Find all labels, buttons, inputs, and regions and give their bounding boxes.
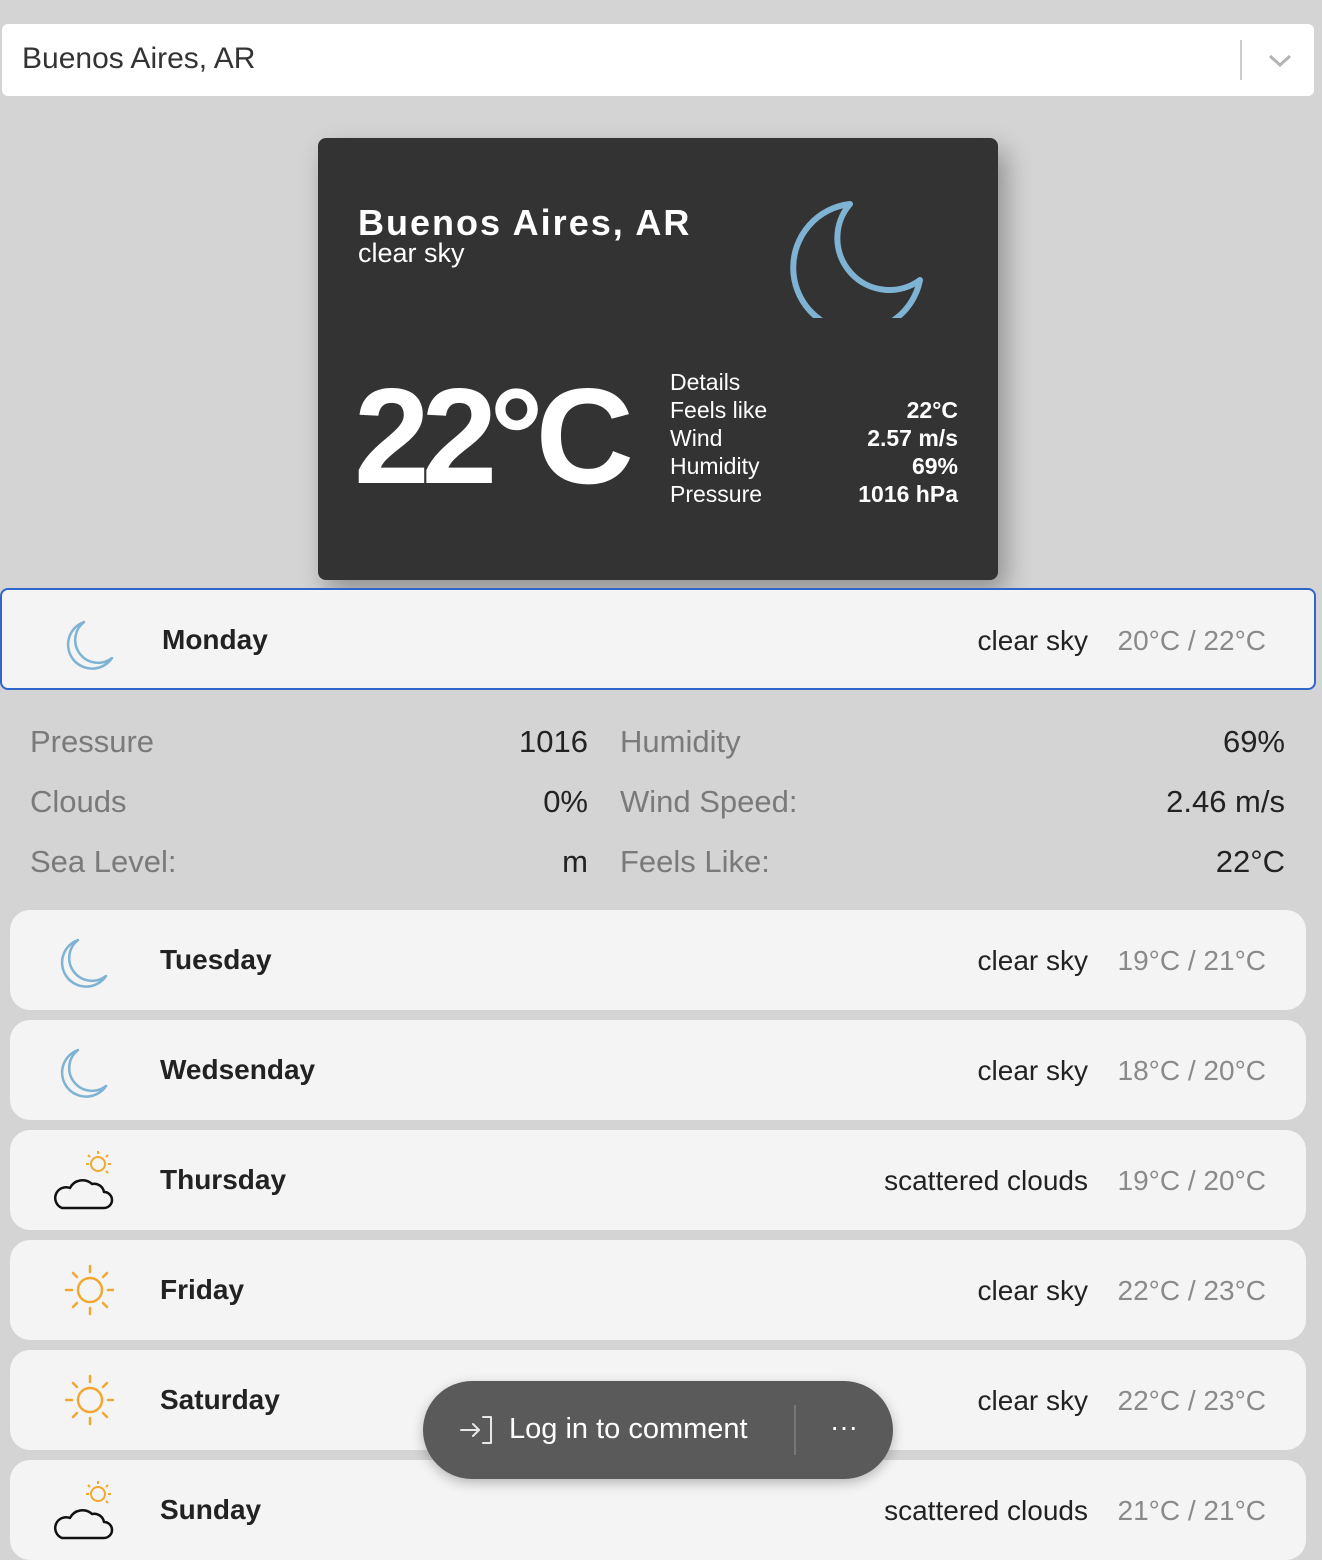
forecast-temp-range: 18°C / 20°C xyxy=(1117,1055,1266,1086)
current-temperature: 22°C xyxy=(354,360,634,512)
detail-label: Pressure xyxy=(670,481,763,507)
details-title: Details xyxy=(670,369,741,395)
wind-speed-label: Wind Speed: xyxy=(620,784,798,819)
detail-label: Feels like xyxy=(670,397,768,423)
sea-level-label: Sea Level: xyxy=(30,844,177,879)
forecast-day: Saturday xyxy=(160,1384,280,1415)
forecast-day: Sunday xyxy=(160,1494,262,1525)
detail-value: 22°C xyxy=(906,397,958,423)
cloud-sun-icon xyxy=(53,1481,114,1540)
forecast-temp-range: 21°C / 21°C xyxy=(1117,1495,1266,1526)
comment-bar-divider xyxy=(794,1405,796,1455)
forecast-condition: clear sky xyxy=(977,625,1088,656)
detail-label: Humidity xyxy=(670,453,760,479)
forecast-condition: scattered clouds xyxy=(884,1495,1088,1526)
details-panel: Details Feels like 22°C Wind 2.57 m/s Hu… xyxy=(670,368,958,508)
pressure-value: 1016 xyxy=(519,724,588,759)
forecast-row-friday[interactable]: Friday clear sky 22°C / 23°C xyxy=(10,1240,1306,1340)
moon-icon xyxy=(66,620,114,670)
expanded-day-details: Pressure 1016 Humidity 69% Clouds 0% Win… xyxy=(0,710,1322,890)
moon-icon xyxy=(60,1048,108,1098)
select-divider xyxy=(1240,40,1242,80)
forecast-day: Wedsenday xyxy=(160,1054,316,1085)
forecast-temp-range: 22°C / 23°C xyxy=(1117,1275,1266,1306)
detail-row: Wind 2.57 m/s xyxy=(670,424,958,452)
moon-icon xyxy=(790,201,923,318)
detail-value: 2.57 m/s xyxy=(867,425,958,451)
forecast-day: Thursday xyxy=(160,1164,287,1195)
login-icon[interactable] xyxy=(459,1414,493,1446)
moon-icon xyxy=(60,938,108,988)
clouds-label: Clouds xyxy=(30,784,127,819)
pressure-label: Pressure xyxy=(30,724,155,759)
detail-value: 1016 hPa xyxy=(858,481,958,507)
detail-row: Feels like 22°C xyxy=(670,396,958,424)
location-select-value: Buenos Aires, AR xyxy=(22,42,256,75)
forecast-row-monday[interactable]: Monday clear sky 20°C / 22°C xyxy=(0,588,1316,690)
forecast-temp-range: 20°C / 22°C xyxy=(1117,625,1266,656)
forecast-condition: clear sky xyxy=(977,945,1088,976)
forecast-temp-range: 19°C / 20°C xyxy=(1117,1165,1266,1196)
more-options-button[interactable]: ··· xyxy=(827,1409,861,1449)
forecast-condition: clear sky xyxy=(977,1275,1088,1306)
sun-icon xyxy=(64,1374,114,1426)
sea-level-value: m xyxy=(562,844,588,879)
forecast-condition: scattered clouds xyxy=(884,1165,1088,1196)
forecast-row-thursday[interactable]: Thursday scattered clouds 19°C / 20°C xyxy=(10,1130,1306,1230)
comment-bar: Log in to comment ··· xyxy=(423,1381,893,1479)
wind-speed-value: 2.46 m/s xyxy=(1166,784,1285,819)
sun-icon xyxy=(64,1264,114,1316)
feels-like-value: 22°C xyxy=(1215,844,1285,879)
forecast-row-tuesday[interactable]: Tuesday clear sky 19°C / 21°C xyxy=(10,910,1306,1010)
cloud-sun-icon xyxy=(53,1151,114,1210)
forecast-condition: clear sky xyxy=(977,1385,1088,1416)
current-description: clear sky xyxy=(358,238,465,268)
forecast-temp-range: 19°C / 21°C xyxy=(1117,945,1266,976)
detail-value: 69% xyxy=(911,453,958,479)
forecast-day: Monday xyxy=(162,624,268,655)
forecast-day: Friday xyxy=(160,1274,245,1305)
detail-label: Wind xyxy=(670,425,723,451)
feels-like-label: Feels Like: xyxy=(620,844,770,879)
detail-row: Pressure 1016 hPa xyxy=(670,480,958,508)
clouds-value: 0% xyxy=(543,784,588,819)
forecast-condition: clear sky xyxy=(977,1055,1088,1086)
forecast-day: Tuesday xyxy=(160,944,272,975)
location-select[interactable]: Buenos Aires, AR xyxy=(2,24,1314,96)
forecast-row-wednesday[interactable]: Wedsenday clear sky 18°C / 20°C xyxy=(10,1020,1306,1120)
forecast-temp-range: 22°C / 23°C xyxy=(1117,1385,1266,1416)
humidity-value: 69% xyxy=(1222,724,1285,759)
login-to-comment-link[interactable]: Log in to comment xyxy=(509,1413,748,1446)
humidity-label: Humidity xyxy=(620,724,741,759)
current-weather-card: Buenos Aires, AR clear sky 22°C Details … xyxy=(318,138,998,580)
detail-row: Humidity 69% xyxy=(670,452,958,480)
chevron-down-icon[interactable] xyxy=(1264,50,1296,70)
